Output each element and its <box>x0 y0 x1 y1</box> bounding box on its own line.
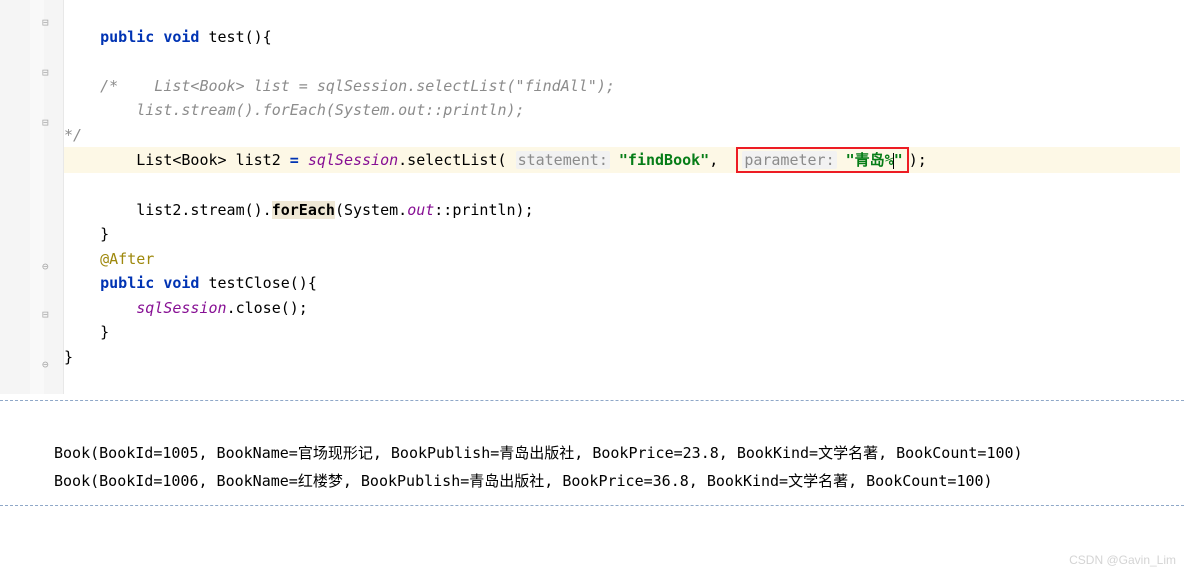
hint-parameter: parameter: <box>742 151 836 169</box>
fold-icon[interactable]: ⊖ <box>42 262 49 272</box>
line-brace: } <box>64 222 1180 247</box>
fold-icon[interactable]: ⊟ <box>42 118 49 128</box>
editor-gutter: ⊟ ⊟ ⊟ ⊖ ⊟ ⊖ <box>0 0 64 394</box>
fold-icon[interactable]: ⊖ <box>42 360 49 370</box>
line-method-close: public void testClose(){ <box>64 271 1180 296</box>
line-comment: /* List<Book> list = sqlSession.selectLi… <box>64 74 1180 99</box>
line-foreach: list2.stream().forEach(System.out::print… <box>64 198 1180 223</box>
line-method-test: public void test(){ <box>64 25 1180 50</box>
output-row: Book(BookId=1006, BookName=红楼梦, BookPubl… <box>54 472 993 490</box>
watermark: CSDN @Gavin_Lim <box>1069 553 1176 567</box>
output-row: Book(BookId=1005, BookName=官场现形记, BookPu… <box>54 444 1023 462</box>
console-output: Book(BookId=1005, BookName=官场现形记, BookPu… <box>0 401 1184 506</box>
line-brace: } <box>64 320 1180 345</box>
fold-icon[interactable]: ⊟ <box>42 310 49 320</box>
line-close-call: sqlSession.close(); <box>64 296 1180 321</box>
line-comment: */ <box>64 123 1180 148</box>
fold-icon[interactable]: ⊟ <box>42 18 49 28</box>
code-editor[interactable]: ⊟ ⊟ ⊟ ⊖ ⊟ ⊖ public void test(){ /* List<… <box>0 0 1184 401</box>
line-annotation: @After <box>64 247 1180 272</box>
hint-statement: statement: <box>516 151 610 169</box>
fold-icon[interactable]: ⊟ <box>42 68 49 78</box>
line-comment: list.stream().forEach(System.out::printl… <box>64 98 1180 123</box>
code-content[interactable]: public void test(){ /* List<Book> list =… <box>64 0 1184 394</box>
highlight-box: parameter: "青岛%" <box>736 147 908 173</box>
line-selectlist: List<Book> list2 = sqlSession.selectList… <box>64 147 1180 173</box>
line-brace: } <box>64 345 1180 370</box>
